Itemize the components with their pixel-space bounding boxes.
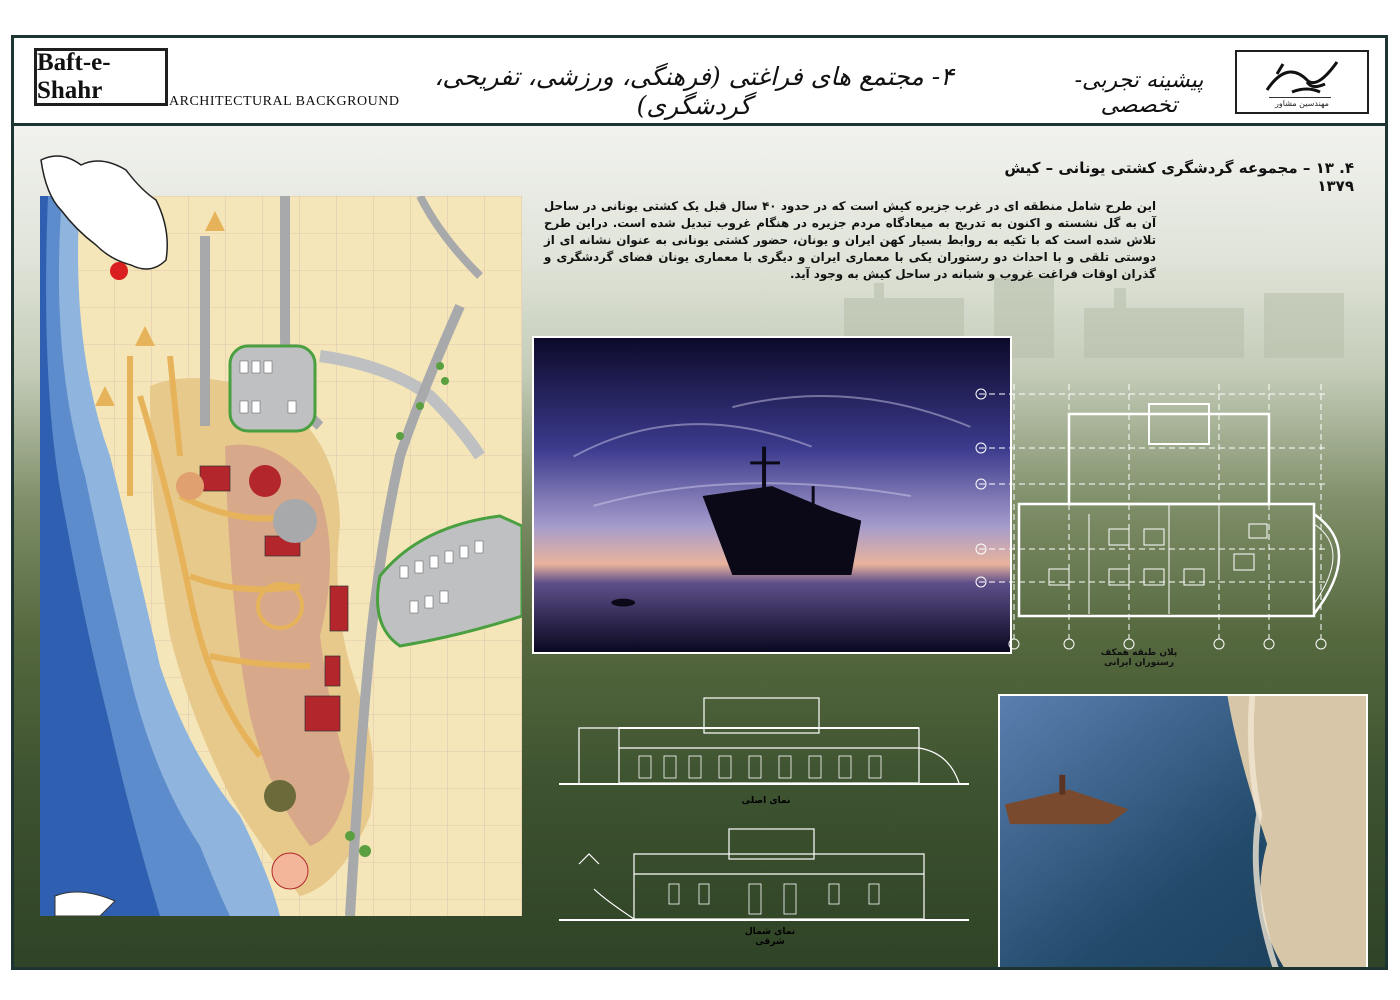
- brand-subtitle: ARCHITECTURAL BACKGROUND: [169, 94, 400, 109]
- section-title: ۴. ۱۳ – مجموعه گردشگری کشتی یونانی – کیش…: [1004, 159, 1354, 195]
- header: Baft-e-Shahr ARCHITECTURAL BACKGROUND ۴-…: [14, 38, 1385, 126]
- ground-floor-plan: [975, 384, 1341, 650]
- company-logo: مهندسین مشاور: [1235, 50, 1369, 114]
- parking-north: [228, 344, 317, 433]
- header-section-label: پیشینه تجربی-تخصصی: [1074, 68, 1204, 118]
- floor-plan-caption: پلان طبقه همکف رستوران ایرانی: [1100, 648, 1178, 668]
- aerial-ship-photo: [998, 694, 1368, 967]
- round-plaza-red: [249, 465, 281, 497]
- main-elevation-caption: نمای اصلی: [741, 796, 791, 806]
- ship-sunset-photo: [532, 336, 1012, 654]
- project-description: این طرح شامل منطقه ای در غرب جزیره کیش ا…: [544, 199, 1157, 281]
- site-plan-drawing: [40, 196, 522, 916]
- header-title: ۴- مجتمع های فراغتی (فرهنگی، ورزشی، تفری…: [434, 62, 954, 120]
- grey-dome: [273, 499, 317, 543]
- main-elevation-drawing: [559, 697, 969, 785]
- northeast-elevation-caption: نمای شمال شرقی: [744, 927, 796, 947]
- garden-circle: [264, 780, 296, 812]
- location-marker-icon: [110, 262, 128, 280]
- iran-location-map: [40, 155, 168, 280]
- poster-frame: Baft-e-Shahr ARCHITECTURAL BACKGROUND ۴-…: [11, 35, 1388, 970]
- brand-logo: Baft-e-Shahr: [34, 48, 168, 106]
- northeast-elevation-drawing: [559, 828, 969, 921]
- logo-subtitle: مهندسین مشاور: [1275, 99, 1329, 108]
